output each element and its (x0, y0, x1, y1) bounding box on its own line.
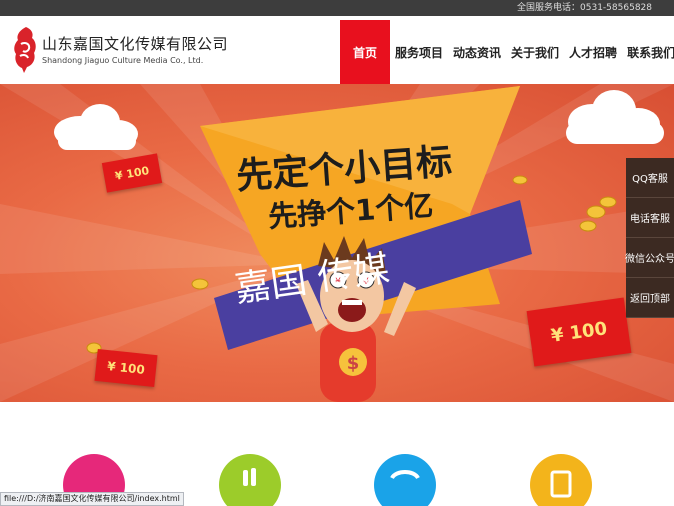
svg-text:$: $ (347, 353, 360, 374)
company-name-english: Shandong Jiaguo Culture Media Co., Ltd. (42, 56, 204, 65)
side-contact-panel: QQ客服 电话客服 微信公众号 返回顶部 (625, 158, 674, 318)
browser-status-url: file:///D:/济南嘉国文化传媒有限公司/index.html (0, 492, 184, 506)
orange-circle-icon[interactable] (530, 454, 592, 506)
hero-banner[interactable]: $ ¥ ¥ 先定个小目标 先挣个1个亿 嘉国 传媒 ¥ 100 ¥ 100 ¥ … (0, 84, 674, 402)
nav-news[interactable]: 动态资讯 (448, 20, 506, 84)
red-envelope: ¥ 100 (94, 348, 158, 388)
phone-service-button[interactable]: 电话客服 (626, 198, 674, 238)
company-logo-icon[interactable] (12, 26, 38, 74)
phone-circle-icon[interactable] (374, 454, 436, 506)
nav-careers[interactable]: 人才招聘 (564, 20, 622, 84)
back-to-top-button[interactable]: 返回顶部 (626, 278, 674, 318)
service-hotline: 全国服务电话：0531-58565828 (517, 3, 652, 13)
main-nav: 首页 服务项目 动态资讯 关于我们 人才招聘 联系我们 (340, 20, 674, 84)
site-header: 山东嘉国文化传媒有限公司 Shandong Jiaguo Culture Med… (0, 16, 674, 84)
top-strip: 全国服务电话：0531-58565828 (0, 0, 674, 16)
qq-service-button[interactable]: QQ客服 (626, 158, 674, 198)
wechat-button[interactable]: 微信公众号 (625, 238, 674, 278)
nav-home[interactable]: 首页 (340, 20, 390, 84)
services-section (0, 402, 674, 506)
nav-contact[interactable]: 联系我们 (622, 20, 674, 84)
green-circle-icon[interactable] (219, 454, 281, 506)
nav-services[interactable]: 服务项目 (390, 20, 448, 84)
nav-about[interactable]: 关于我们 (506, 20, 564, 84)
company-name[interactable]: 山东嘉国文化传媒有限公司 (42, 33, 228, 54)
